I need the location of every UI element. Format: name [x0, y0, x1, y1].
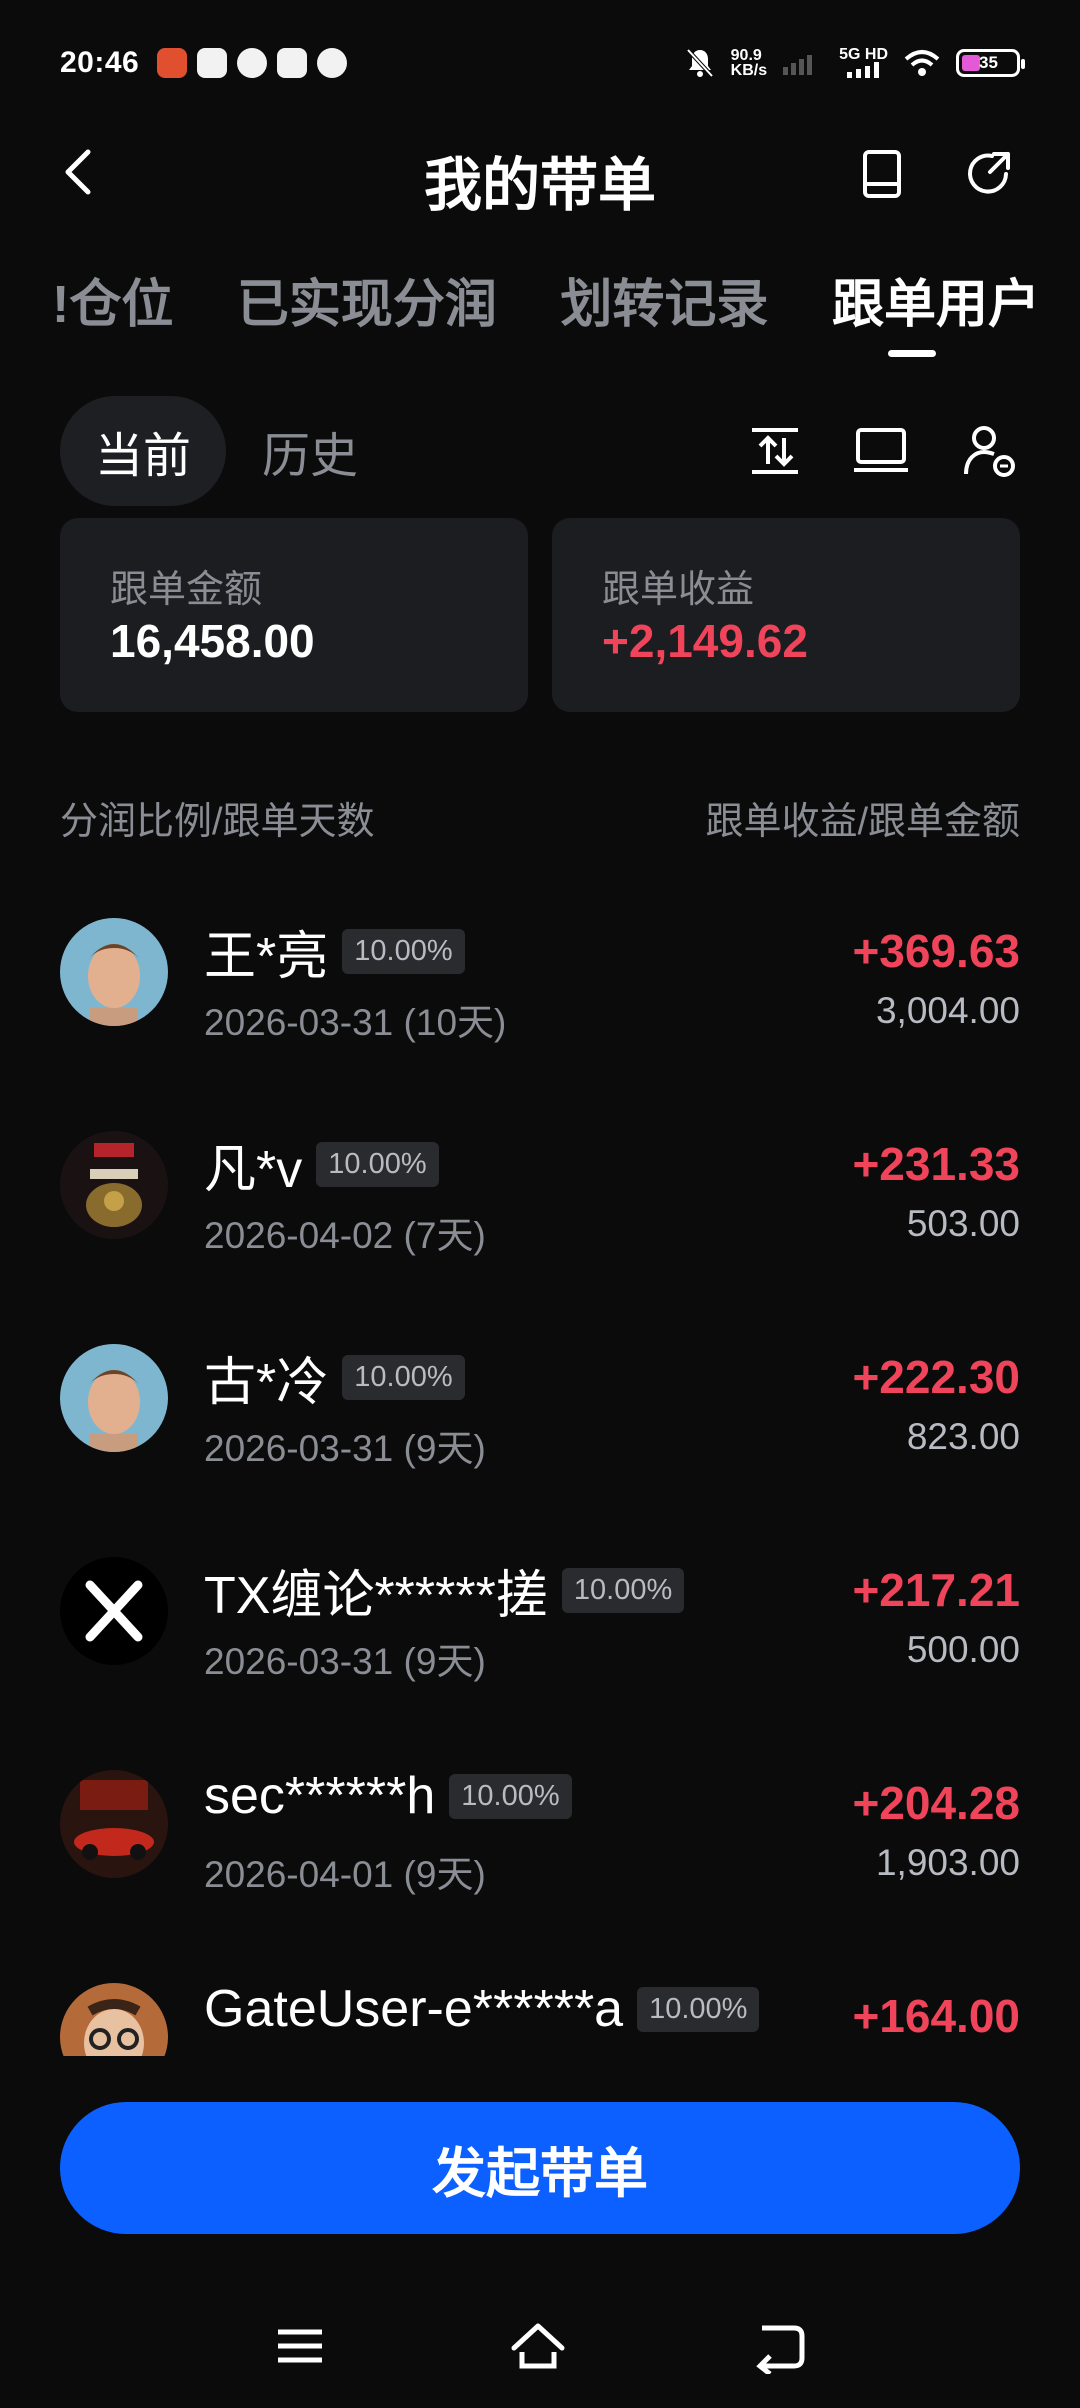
follow-profit-label: 跟单收益 — [602, 569, 755, 611]
row-profit: +217.21 — [852, 1564, 1020, 1616]
avatar — [60, 1557, 168, 1665]
column-header-right: 跟单收益/跟单金额 — [705, 801, 1020, 843]
column-header-left: 分润比例/跟单天数 — [60, 801, 375, 843]
start-copy-trading-button[interactable]: 发起带单 — [60, 2102, 1020, 2234]
app-notification-icon — [197, 48, 228, 78]
list-item[interactable]: TX缠论******搓 10.00% 2026-03-31 (9天) +217.… — [60, 1549, 1020, 1699]
app-notification-icon — [157, 48, 188, 78]
row-profit: +222.30 — [852, 1351, 1020, 1403]
status-time: 20:46 — [60, 46, 140, 79]
ratio-badge: 10.00% — [342, 929, 465, 974]
poster-avatar-icon — [60, 1131, 168, 1239]
book-icon[interactable] — [856, 148, 908, 200]
status-bar: 20:46 90.9 KB/s 5G HD 35 — [60, 38, 1025, 88]
tab-followers[interactable]: 跟单用户 — [832, 262, 1040, 337]
follow-date: 2026-03-31 (9天) — [204, 1641, 486, 1682]
row-amount: 500.00 — [906, 1629, 1020, 1670]
ratio-badge: 10.00% — [637, 1986, 760, 2032]
user-name: 凡*v — [204, 1141, 303, 1199]
app-notification-icon — [317, 48, 348, 78]
user-settings-icon[interactable] — [958, 420, 1020, 482]
share-refresh-icon[interactable] — [962, 148, 1014, 200]
follow-amount-value: 16,458.00 — [110, 615, 315, 667]
list-item[interactable]: 古*冷 10.00% 2026-03-31 (9天) +222.30 823.0… — [60, 1336, 1020, 1486]
x-logo-icon — [60, 1557, 168, 1665]
back-nav-icon[interactable] — [750, 2318, 810, 2374]
ratio-badge: 10.00% — [342, 1355, 465, 1400]
follow-profit-value: +2,149.62 — [602, 615, 808, 667]
ratio-badge: 10.00% — [561, 1568, 685, 1613]
layout-view-icon[interactable] — [850, 420, 912, 482]
follow-profit-card: 跟单收益 +2,149.62 — [552, 518, 1020, 712]
battery-icon: 35 — [956, 49, 1025, 77]
follow-date: 2026-04-02 (7天) — [204, 1215, 486, 1256]
telegram-notification-icon — [277, 48, 308, 78]
row-amount: 3,004.00 — [875, 990, 1020, 1031]
signal-bars-icon — [846, 62, 879, 78]
subtab-current[interactable]: 当前 — [60, 396, 226, 506]
tab-transfer-records[interactable]: 划转记录 — [560, 262, 768, 337]
follow-date: 2026-03-31 (10天) — [204, 1002, 507, 1043]
row-amount: 1,903.00 — [875, 1842, 1020, 1883]
network-type: 5G HD — [839, 47, 888, 78]
network-speed: 90.9 KB/s — [730, 47, 768, 79]
avatar — [60, 918, 168, 1026]
active-tab-indicator — [888, 350, 936, 357]
row-amount: 503.00 — [906, 1203, 1020, 1244]
follow-amount-card: 跟单金额 16,458.00 — [60, 518, 528, 712]
subtab-history[interactable]: 历史 — [262, 396, 358, 506]
row-amount: 823.00 — [906, 1416, 1020, 1457]
ratio-badge: 10.00% — [316, 1142, 439, 1187]
avatar — [60, 1770, 168, 1878]
menu-icon[interactable] — [270, 2318, 330, 2374]
list-item[interactable]: 凡*v 10.00% 2026-04-02 (7天) +231.33 503.0… — [60, 1123, 1020, 1273]
notification-icons — [157, 48, 348, 78]
chat-notification-icon — [237, 48, 268, 78]
follow-amount-label: 跟单金额 — [110, 569, 263, 611]
avatar — [60, 1344, 168, 1452]
ratio-badge: 10.00% — [449, 1773, 572, 1819]
avatar — [60, 1131, 168, 1239]
mute-bell-icon — [686, 48, 714, 78]
car-avatar-icon — [60, 1770, 168, 1878]
home-icon[interactable] — [508, 2318, 568, 2374]
user-name: 古*冷 — [204, 1354, 329, 1412]
face-avatar-icon — [60, 918, 168, 1026]
tab-bar: !仓位 已实现分润 划转记录 跟单用户 — [52, 262, 1040, 337]
user-name: TX缠论******搓 — [204, 1567, 548, 1625]
list-item[interactable]: 王*亮 10.00% 2026-03-31 (10天) +369.63 3,00… — [60, 910, 1020, 1060]
signal-icon — [783, 55, 813, 75]
row-profit: +231.33 — [852, 1138, 1020, 1190]
wifi-icon — [904, 50, 940, 76]
page-title: 我的带单 — [423, 153, 656, 218]
row-profit: +369.63 — [852, 925, 1020, 977]
row-profit: +164.00 — [852, 1990, 1020, 2042]
follow-date: 2026-04-01 (9天) — [204, 1854, 486, 1895]
user-name: sec******h — [204, 1767, 436, 1825]
tab-positions[interactable]: !仓位 — [52, 262, 173, 337]
sort-icon[interactable] — [744, 420, 806, 482]
user-name: GateUser-e******a — [204, 1980, 624, 2038]
tab-realized-profit-share[interactable]: 已实现分润 — [237, 262, 497, 337]
row-profit: +204.28 — [852, 1777, 1020, 1829]
face-avatar-icon — [60, 1344, 168, 1452]
follow-date: 2026-03-31 (9天) — [204, 1428, 486, 1469]
list-item[interactable]: sec******h 10.00% 2026-04-01 (9天) +204.2… — [60, 1762, 1020, 1912]
user-name: 王*亮 — [204, 928, 329, 986]
